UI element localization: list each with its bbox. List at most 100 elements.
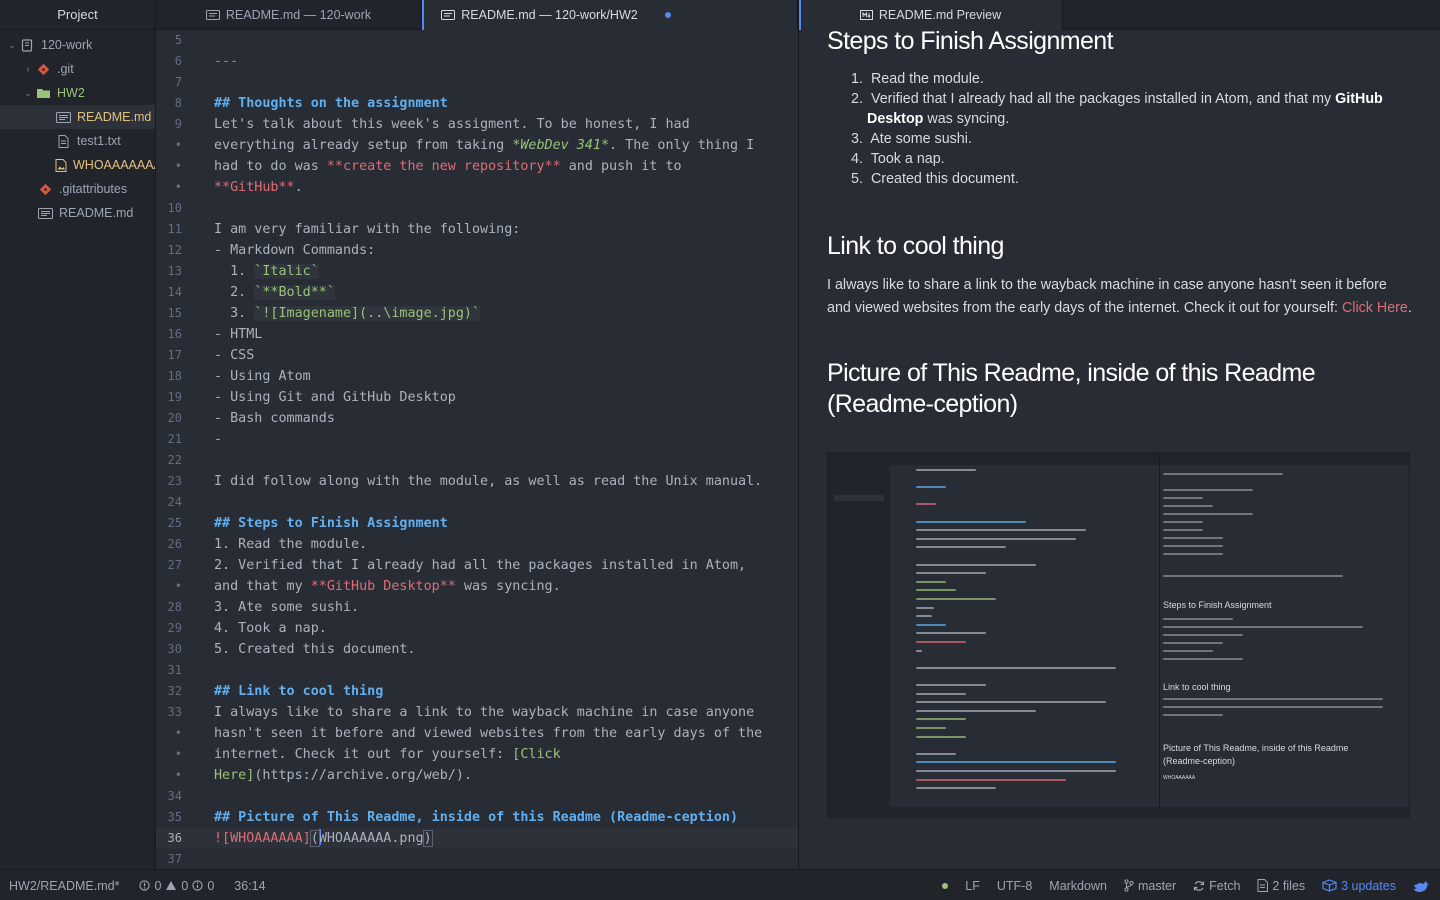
list-text: Verified that I already had all the pack… — [870, 91, 1332, 107]
line-number: • — [174, 579, 182, 593]
code-line-32: ## Link to cool thing — [214, 681, 798, 702]
line-number-gutter: 5 6 7 8 9 • • • 10 11 12 13 14 15 16 17 18 19 20 21 22 23 24 25… — [156, 30, 198, 869]
link-token: [Click — [512, 747, 561, 762]
line-number: 33 — [167, 705, 182, 719]
line-number: 31 — [167, 663, 182, 677]
mini-code-line — [916, 632, 986, 635]
image-alt-token: ![WHOAAAAAA] — [214, 831, 311, 846]
mini-whoa-text: WHOAAAAAA — [1163, 775, 1196, 781]
chevron-down-icon: ⌄ — [8, 39, 16, 50]
tree-item-readme-hw2[interactable]: README.md — [0, 105, 155, 129]
line-number: 21 — [167, 432, 182, 446]
tree-item-label: README.md — [77, 110, 152, 124]
chevron-down-icon: ⌄ — [24, 87, 32, 98]
click-here-link[interactable]: Click Here — [1342, 300, 1408, 316]
text-token: had to do was — [214, 159, 327, 174]
markdown-preview[interactable]: Steps to Finish Assignment 1. Read the m… — [799, 30, 1440, 869]
line-number: 19 — [167, 390, 182, 404]
markdown-file-icon — [37, 206, 53, 220]
mini-code-line — [916, 546, 1006, 549]
mini-code-line — [916, 615, 932, 618]
mini-preview-line — [1163, 521, 1203, 523]
grammar-selector[interactable]: Markdown — [1049, 879, 1107, 893]
tree-item-git[interactable]: › .git — [0, 57, 155, 81]
linter-ok-icon[interactable] — [942, 882, 949, 889]
markdown-editor[interactable]: 5 6 7 8 9 • • • 10 11 12 13 14 15 16 17 18 19 20 21 22 23 24 25… — [156, 30, 798, 869]
fetch-label: Fetch — [1209, 878, 1241, 893]
line-number: 37 — [167, 852, 182, 866]
mini-link-heading: Link to cool thing — [1163, 682, 1231, 692]
updates-button[interactable]: 3 updates — [1322, 879, 1396, 893]
italic-token: *WebDev 341* — [512, 138, 610, 153]
code-line-33: I always like to share a link to the way… — [214, 705, 755, 720]
mini-code-line — [916, 709, 1036, 712]
tree-item-label: test1.txt — [77, 134, 121, 148]
mini-code-line — [916, 752, 956, 755]
bold-token: **create the new repository** — [326, 159, 561, 174]
mini-code-line — [916, 770, 1116, 772]
mini-code-line — [916, 718, 966, 721]
line-number: 5 — [174, 33, 182, 47]
linter-status[interactable]: 0 0 0 — [139, 879, 214, 893]
mini-divider — [1159, 453, 1160, 809]
tree-item-readme-root[interactable]: README.md — [0, 201, 155, 225]
mini-code-line — [916, 486, 946, 489]
list-text: was syncing. — [923, 111, 1010, 127]
line-number: 24 — [167, 495, 182, 509]
editor-tab-bar: README.md — 120-work README.md — 120-wor… — [156, 0, 798, 30]
status-file-path[interactable]: HW2/README.md* — [9, 879, 119, 893]
editor-code[interactable]: --- ## Thoughts on the assignment Let's … — [198, 30, 798, 869]
code-line-9: Let's talk about this week's assigment. … — [214, 117, 690, 132]
fetch-button[interactable]: Fetch — [1193, 879, 1240, 893]
list-number: 1. — [851, 71, 863, 87]
mini-code-line — [916, 503, 936, 506]
tree-item-gitattributes[interactable]: .gitattributes — [0, 177, 155, 201]
mini-code-line — [916, 606, 934, 609]
text-token: and that my — [214, 579, 311, 594]
code-line-13: 1. `Italic` — [214, 261, 798, 282]
status-bar-right: LF UTF-8 Markdown master Fetch 2 files 3… — [925, 870, 1430, 900]
feedback-bird-icon[interactable] — [1413, 879, 1430, 893]
line-number: • — [174, 159, 182, 173]
tab-readme-preview[interactable]: README.md Preview — [799, 0, 1063, 30]
line-number: • — [174, 726, 182, 740]
encoding-selector[interactable]: UTF-8 — [997, 879, 1032, 893]
tree-item-120-work[interactable]: ⌄ 120-work — [0, 33, 155, 57]
preview-tab-bar: README.md Preview — [799, 0, 1440, 30]
code-token: `![Imagename](..\image.jpg)` — [254, 306, 481, 321]
list-item: 4. Took a nap. — [851, 149, 1412, 169]
git-icon — [37, 182, 53, 196]
tree-view-header[interactable]: Project — [0, 0, 155, 30]
git-icon — [35, 62, 51, 76]
bracket-token: ( — [309, 830, 320, 847]
mini-preview-line — [1163, 650, 1213, 652]
changed-files-button[interactable]: 2 files — [1257, 879, 1305, 893]
code-line-16: - HTML — [214, 327, 263, 342]
mini-preview-line — [1163, 658, 1243, 660]
mini-code-line — [916, 666, 1116, 669]
text-token: 3. — [214, 306, 255, 321]
line-number: 14 — [167, 285, 182, 299]
mini-tab-bar — [890, 453, 1409, 465]
line-number: 11 — [167, 222, 182, 236]
code-line-28: 3. Ate some sushi. — [214, 600, 360, 615]
code-line-20: - Bash commands — [214, 411, 335, 426]
link-token: Here] — [214, 768, 255, 783]
tree-item-test1[interactable]: test1.txt — [0, 129, 155, 153]
cursor-position[interactable]: 36:14 — [234, 879, 265, 893]
tree-item-hw2[interactable]: ⌄ HW2 — [0, 81, 155, 105]
line-number: 28 — [167, 600, 182, 614]
branch-button[interactable]: master — [1124, 879, 1176, 893]
tab-readme-120-work[interactable]: README.md — 120-work — [156, 0, 422, 30]
tab-readme-hw2[interactable]: README.md — 120-work/HW2 — [422, 0, 798, 30]
code-line-9-wrap: had to do was **create the new repositor… — [214, 156, 798, 177]
line-ending-selector[interactable]: LF — [965, 879, 980, 893]
mini-preview-line — [1163, 698, 1383, 700]
code-line-27: 2. Verified that I already had all the p… — [214, 558, 747, 573]
tree-item-whoa-png[interactable]: WHOAAAAAAA.png — [0, 153, 155, 177]
code-token: `**Bold**` — [254, 285, 335, 300]
